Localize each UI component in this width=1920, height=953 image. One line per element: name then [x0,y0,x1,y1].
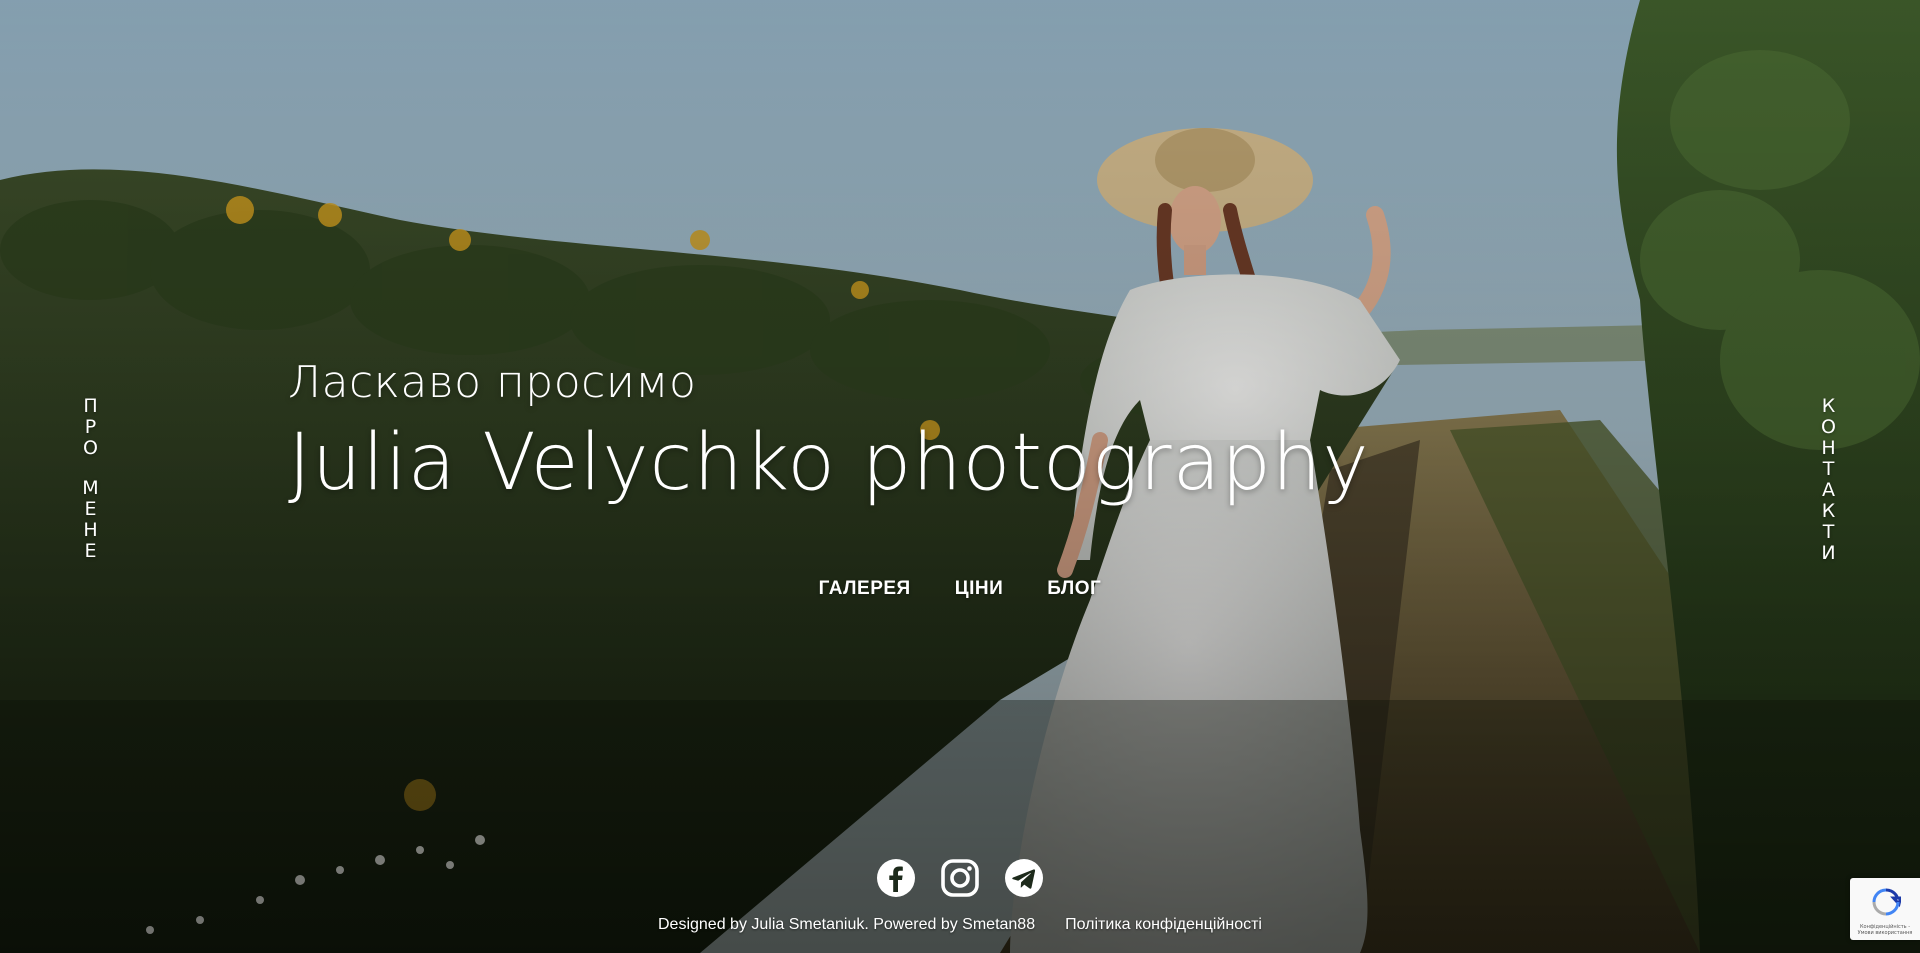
hero-text: Ласкаво просимо Julia Velychko photograp… [288,357,1369,511]
footer: Designed by Julia Smetaniuk. Powered by … [0,916,1920,934]
privacy-policy-link[interactable]: Політика конфіденційності [1065,916,1262,934]
welcome-heading: Ласкаво просимо [288,357,697,408]
recaptcha-fine-print: Конфіденційність - Умови використання [1857,924,1913,936]
brand-title: Julia Velychko photography [288,418,1370,508]
nav-link-blog[interactable]: БЛОГ [1047,578,1101,600]
social-links [0,858,1920,898]
recaptcha-icon [1872,888,1901,916]
nav-link-gallery[interactable]: ГАЛЕРЕЯ [819,578,911,600]
instagram-icon[interactable] [940,858,980,898]
landing-page: П Р О М Е Н Е К О Н Т А К Т И Ласкаво пр… [0,0,1920,953]
nav-link-prices[interactable]: ЦІНИ [955,578,1004,600]
side-link-about-word-2: М Е Н Е [82,477,100,562]
side-link-about-word-1: П Р О [83,395,99,459]
facebook-icon[interactable] [876,858,916,898]
side-link-contacts-word: К О Н Т А К Т И [1821,395,1837,564]
footer-credits: Designed by Julia Smetaniuk. Powered by … [658,916,1036,933]
recaptcha-badge[interactable]: Конфіденційність - Умови використання [1850,878,1920,940]
main-nav: ГАЛЕРЕЯ ЦІНИ БЛОГ [0,578,1920,600]
side-link-about[interactable]: П Р О М Е Н Е [80,396,102,562]
telegram-icon[interactable] [1004,858,1044,898]
side-link-contacts[interactable]: К О Н Т А К Т И [1818,396,1840,564]
